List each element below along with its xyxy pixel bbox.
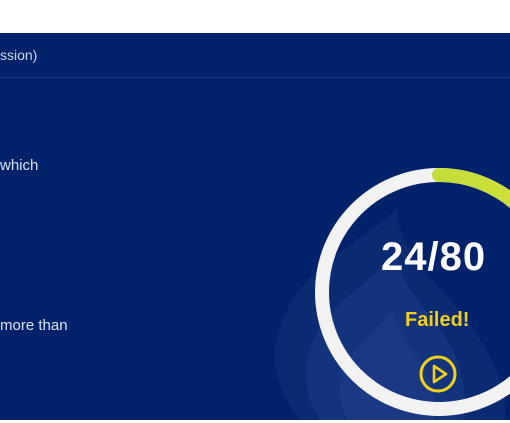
score-value: 24/80 bbox=[381, 235, 487, 279]
score-ring bbox=[315, 168, 510, 416]
question-text-line-1: which bbox=[0, 157, 39, 174]
ring-track bbox=[315, 168, 510, 416]
result-panel: ssion) which more than 24/80 Failed! bbox=[0, 33, 510, 420]
question-text-line-2: more than bbox=[0, 317, 68, 334]
top-bar bbox=[0, 0, 510, 33]
panel-header: ssion) bbox=[0, 33, 510, 78]
play-circle-icon[interactable] bbox=[418, 354, 458, 394]
status-text: Failed! bbox=[405, 309, 470, 331]
quiz-result-page: ssion) which more than 24/80 Failed! bbox=[0, 0, 510, 423]
panel-header-text: ssion) bbox=[0, 47, 38, 63]
